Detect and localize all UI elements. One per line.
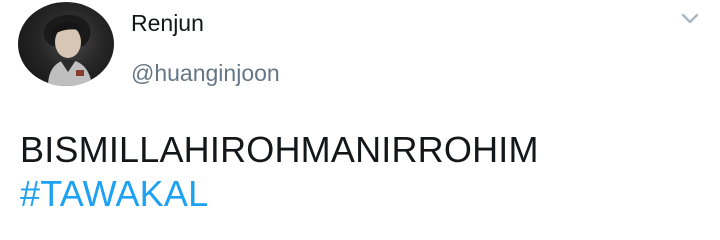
display-name[interactable]: Renjun [131,8,204,38]
avatar[interactable] [18,2,114,86]
user-handle[interactable]: @huanginjoon [131,58,280,88]
chevron-down-icon[interactable] [678,8,702,30]
tweet-text-line: BISMILLAHIROHMANIRROHIM [20,129,539,170]
profile-photo-icon [43,14,92,86]
tweet-card: Renjun @huanginjoon BISMILLAHIROHMANIRRO… [0,0,720,240]
tweet-text: BISMILLAHIROHMANIRROHIM #TAWAKAL [20,128,539,216]
hashtag-link[interactable]: #TAWAKAL [20,172,539,216]
